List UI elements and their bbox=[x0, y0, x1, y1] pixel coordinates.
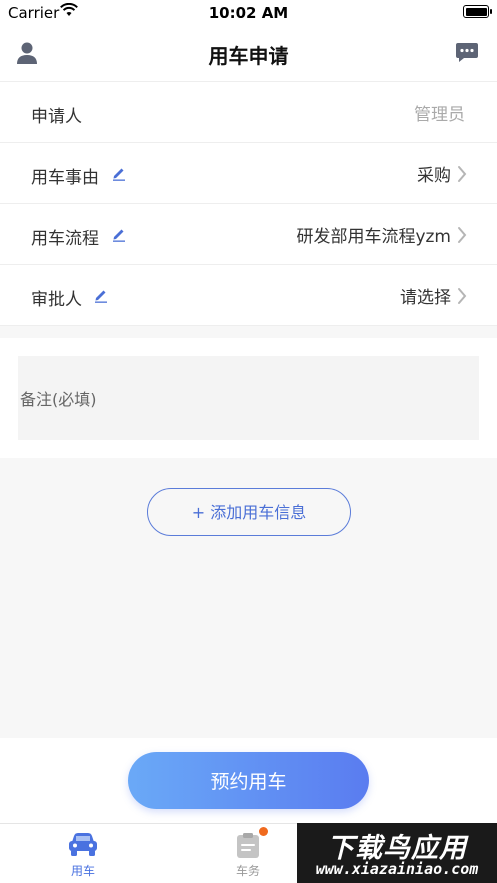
battery-icon bbox=[463, 5, 492, 18]
row-process[interactable]: 用车流程 研发部用车流程yzm bbox=[0, 204, 497, 265]
chevron-right-icon bbox=[458, 166, 467, 182]
row-applicant: 申请人 管理员 bbox=[0, 82, 497, 143]
add-vehicle-info-button[interactable]: + 添加用车信息 bbox=[147, 488, 351, 536]
status-time: 10:02 AM bbox=[208, 4, 289, 22]
nav-bar: 用车申请 bbox=[0, 26, 497, 82]
edit-pencil-icon bbox=[113, 168, 125, 181]
edit-pencil-icon bbox=[113, 229, 125, 242]
watermark-logo: 下载鸟应用 www.xiazainiao.com bbox=[297, 823, 497, 883]
remark-placeholder: 备注(必填) bbox=[20, 390, 97, 409]
watermark-url: www.xiazainiao.com bbox=[315, 860, 479, 878]
chevron-right-icon bbox=[458, 288, 467, 304]
message-icon[interactable] bbox=[455, 42, 479, 64]
approver-value: 请选择 bbox=[400, 288, 451, 308]
status-bar: Carrier 10:02 AM bbox=[0, 0, 497, 26]
notification-badge bbox=[259, 827, 268, 836]
clipboard-icon bbox=[237, 833, 259, 858]
process-label: 用车流程 bbox=[31, 229, 99, 249]
tab-vehicle-label: 用车 bbox=[70, 864, 95, 878]
tab-vehicle[interactable]: 用车 bbox=[0, 824, 166, 883]
row-reason[interactable]: 用车事由 采购 bbox=[0, 143, 497, 204]
edit-pencil-icon bbox=[95, 290, 107, 303]
applicant-label: 申请人 bbox=[31, 107, 82, 127]
car-icon bbox=[69, 833, 97, 856]
reason-value: 采购 bbox=[417, 166, 451, 186]
book-vehicle-button[interactable]: 预约用车 bbox=[128, 752, 369, 809]
application-form: 申请人 管理员 用车事由 采购 用车流程 研发部用车流程yzm 审批人 请选择 bbox=[0, 82, 497, 326]
reason-label: 用车事由 bbox=[31, 168, 99, 188]
row-approver[interactable]: 审批人 请选择 bbox=[0, 265, 497, 326]
process-value: 研发部用车流程yzm bbox=[296, 227, 451, 247]
applicant-value: 管理员 bbox=[414, 105, 465, 125]
remark-input[interactable]: 备注(必填) bbox=[18, 356, 479, 440]
page-title: 用车申请 bbox=[208, 44, 289, 68]
chevron-right-icon bbox=[458, 227, 467, 243]
approver-label: 审批人 bbox=[31, 290, 82, 310]
remark-section: 备注(必填) bbox=[0, 338, 497, 458]
